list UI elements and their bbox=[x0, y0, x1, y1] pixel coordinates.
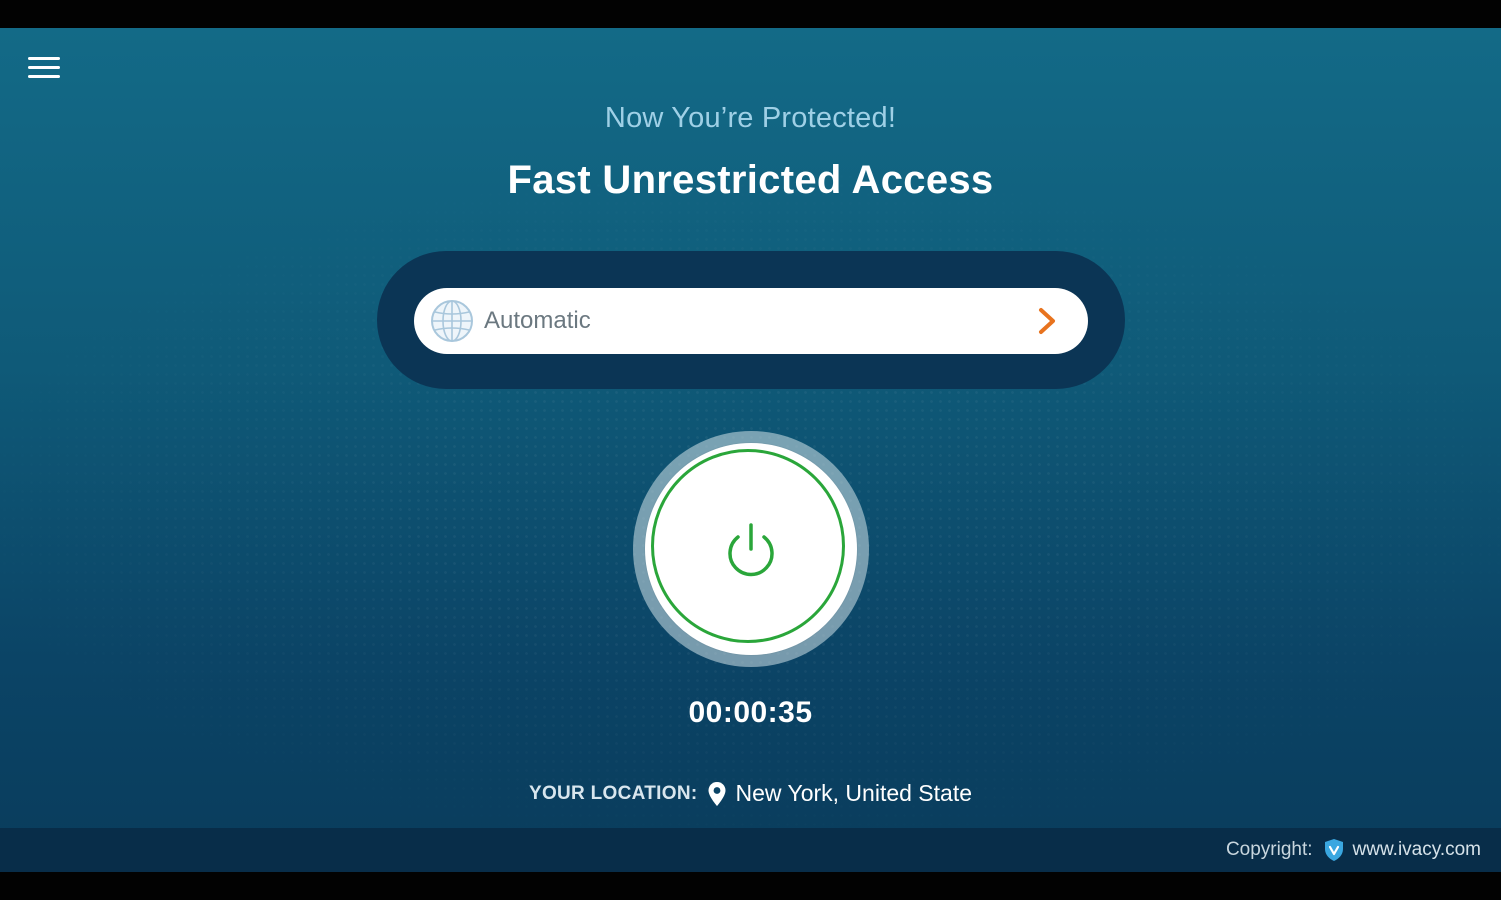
letterbox-top bbox=[0, 0, 1501, 28]
hamburger-menu-icon[interactable] bbox=[24, 50, 64, 84]
page-title: Fast Unrestricted Access bbox=[507, 158, 994, 202]
location-pin-icon bbox=[708, 781, 726, 806]
copyright-label: Copyright: bbox=[1225, 839, 1313, 860]
chevron-right-icon bbox=[1039, 308, 1055, 334]
server-selector-value: Automatic bbox=[484, 307, 591, 334]
power-icon bbox=[728, 523, 774, 577]
server-selector-container: Automatic bbox=[377, 251, 1125, 389]
server-selector[interactable]: Automatic bbox=[414, 288, 1088, 354]
website-link[interactable]: www.ivacy.com bbox=[1353, 839, 1481, 861]
protection-status-text: Now You’re Protected! bbox=[604, 102, 897, 134]
globe-icon bbox=[431, 300, 473, 342]
location-label: YOUR LOCATION: bbox=[528, 782, 698, 804]
copyright: Copyright: www.ivacy.com bbox=[1226, 838, 1481, 862]
letterbox-bottom bbox=[0, 872, 1501, 900]
location-value: New York, United State bbox=[735, 780, 973, 806]
connect-power-button[interactable] bbox=[645, 443, 857, 655]
footer-bar: Copyright: www.ivacy.com bbox=[0, 828, 1501, 872]
shield-logo-icon bbox=[1324, 839, 1343, 861]
user-location: YOUR LOCATION: New York, United State bbox=[0, 780, 1501, 807]
vpn-app: Now You’re Protected! Fast Unrestricted … bbox=[0, 28, 1501, 872]
connection-timer: 00:00:35 bbox=[688, 696, 813, 729]
